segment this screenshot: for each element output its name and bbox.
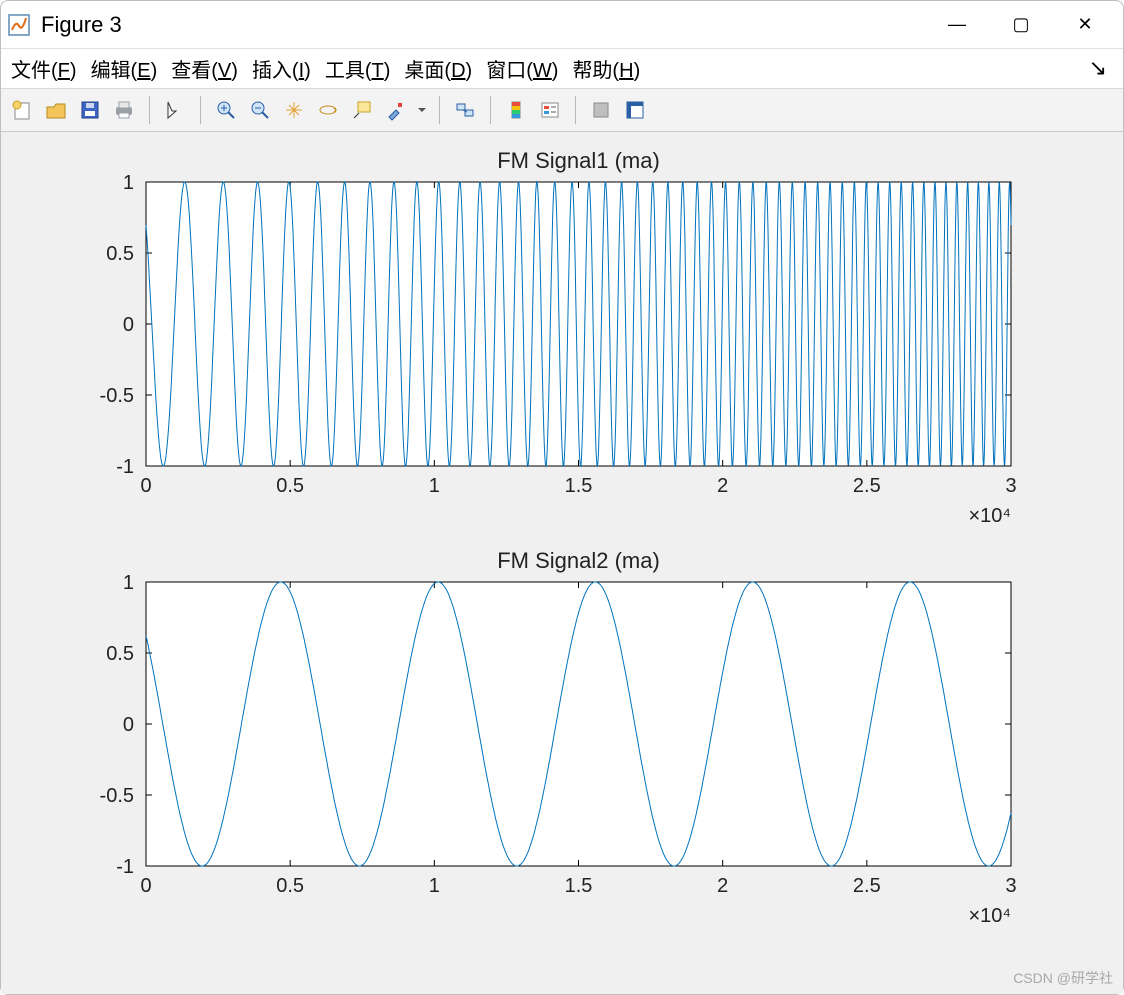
zoom-out-button[interactable] bbox=[245, 95, 275, 125]
close-button[interactable]: ✕ bbox=[1053, 1, 1117, 49]
close-icon: ✕ bbox=[1077, 14, 1092, 35]
insert-colorbar-button[interactable] bbox=[501, 95, 531, 125]
menu-desktop[interactable]: 桌面(D) bbox=[404, 54, 472, 83]
svg-text:1: 1 bbox=[429, 875, 440, 897]
print-button[interactable] bbox=[109, 95, 139, 125]
new-figure-button[interactable] bbox=[7, 95, 37, 125]
open-button[interactable] bbox=[41, 95, 71, 125]
svg-text:2: 2 bbox=[717, 475, 728, 497]
hide-plot-tools-button[interactable] bbox=[586, 95, 616, 125]
rotate-3d-button[interactable] bbox=[313, 95, 343, 125]
svg-text:1.5: 1.5 bbox=[565, 475, 593, 497]
svg-text:0.5: 0.5 bbox=[106, 643, 134, 665]
toolbar-separator bbox=[575, 96, 576, 124]
svg-text:3: 3 bbox=[1005, 475, 1016, 497]
svg-text:-0.5: -0.5 bbox=[100, 385, 134, 407]
svg-text:0: 0 bbox=[123, 314, 134, 336]
title-bar[interactable]: Figure 3 — ▢ ✕ bbox=[1, 1, 1123, 49]
maximize-button[interactable]: ▢ bbox=[989, 1, 1053, 49]
svg-text:1: 1 bbox=[429, 475, 440, 497]
svg-text:0.5: 0.5 bbox=[276, 875, 304, 897]
save-button[interactable] bbox=[75, 95, 105, 125]
toolbar-separator bbox=[149, 96, 150, 124]
watermark: CSDN @研学社 bbox=[1013, 968, 1113, 988]
svg-text:2.5: 2.5 bbox=[853, 875, 881, 897]
menu-window[interactable]: 窗口(W) bbox=[486, 54, 558, 83]
svg-text:0.5: 0.5 bbox=[106, 243, 134, 265]
window-title: Figure 3 bbox=[41, 12, 122, 38]
toolbar-separator bbox=[490, 96, 491, 124]
brush-dropdown-button[interactable] bbox=[415, 95, 429, 125]
zoom-in-button[interactable] bbox=[211, 95, 241, 125]
figure-window: Figure 3 — ▢ ✕ 文件(F) 编辑(E) 查看(V) 插入(I) 工… bbox=[0, 0, 1124, 995]
svg-text:0: 0 bbox=[140, 875, 151, 897]
menu-view[interactable]: 查看(V) bbox=[171, 54, 238, 83]
svg-text:1: 1 bbox=[123, 172, 134, 194]
pan-button[interactable] bbox=[279, 95, 309, 125]
svg-text:FM Signal2 (ma): FM Signal2 (ma) bbox=[497, 548, 660, 573]
svg-text:-1: -1 bbox=[116, 856, 134, 878]
svg-text:0: 0 bbox=[123, 714, 134, 736]
menu-tools[interactable]: 工具(T) bbox=[325, 54, 391, 83]
svg-text:0: 0 bbox=[140, 475, 151, 497]
menu-help[interactable]: 帮助(H) bbox=[572, 54, 640, 83]
figure-svg: FM Signal1 (ma) -1 -0.5 0 0.5 1 0 0.5 1 1.5 2 2.5 3 ×… bbox=[1, 132, 1123, 994]
link-plots-button[interactable] bbox=[450, 95, 480, 125]
show-plot-tools-button[interactable] bbox=[620, 95, 650, 125]
toolbar-separator bbox=[439, 96, 440, 124]
minimize-icon: — bbox=[948, 14, 966, 35]
svg-text:FM Signal1 (ma): FM Signal1 (ma) bbox=[497, 148, 660, 173]
svg-text:1.5: 1.5 bbox=[565, 875, 593, 897]
edit-plot-button[interactable] bbox=[160, 95, 190, 125]
svg-text:2.5: 2.5 bbox=[853, 475, 881, 497]
minimize-button[interactable]: — bbox=[925, 1, 989, 49]
svg-text:-0.5: -0.5 bbox=[100, 785, 134, 807]
dock-arrow-icon[interactable]: ↘ bbox=[1089, 55, 1113, 81]
toolbar bbox=[1, 89, 1123, 132]
toolbar-separator bbox=[200, 96, 201, 124]
data-cursor-button[interactable] bbox=[347, 95, 377, 125]
svg-text:0.5: 0.5 bbox=[276, 475, 304, 497]
svg-text:2: 2 bbox=[717, 875, 728, 897]
svg-text:1: 1 bbox=[123, 572, 134, 594]
menu-insert[interactable]: 插入(I) bbox=[252, 54, 311, 83]
menu-file[interactable]: 文件(F) bbox=[11, 54, 77, 83]
svg-text:3: 3 bbox=[1005, 875, 1016, 897]
svg-text:-1: -1 bbox=[116, 456, 134, 478]
maximize-icon: ▢ bbox=[1012, 14, 1029, 35]
matlab-icon bbox=[7, 13, 31, 37]
svg-text:×10⁴: ×10⁴ bbox=[968, 905, 1011, 927]
brush-button[interactable] bbox=[381, 95, 411, 125]
menu-edit[interactable]: 编辑(E) bbox=[91, 54, 158, 83]
menu-bar: 文件(F) 编辑(E) 查看(V) 插入(I) 工具(T) 桌面(D) 窗口(W… bbox=[1, 49, 1123, 89]
figure-area[interactable]: FM Signal1 (ma) -1 -0.5 0 0.5 1 0 0.5 1 1.5 2 2.5 3 ×… bbox=[1, 132, 1123, 994]
insert-legend-button[interactable] bbox=[535, 95, 565, 125]
window-controls: — ▢ ✕ bbox=[925, 1, 1117, 49]
svg-text:×10⁴: ×10⁴ bbox=[968, 505, 1011, 527]
